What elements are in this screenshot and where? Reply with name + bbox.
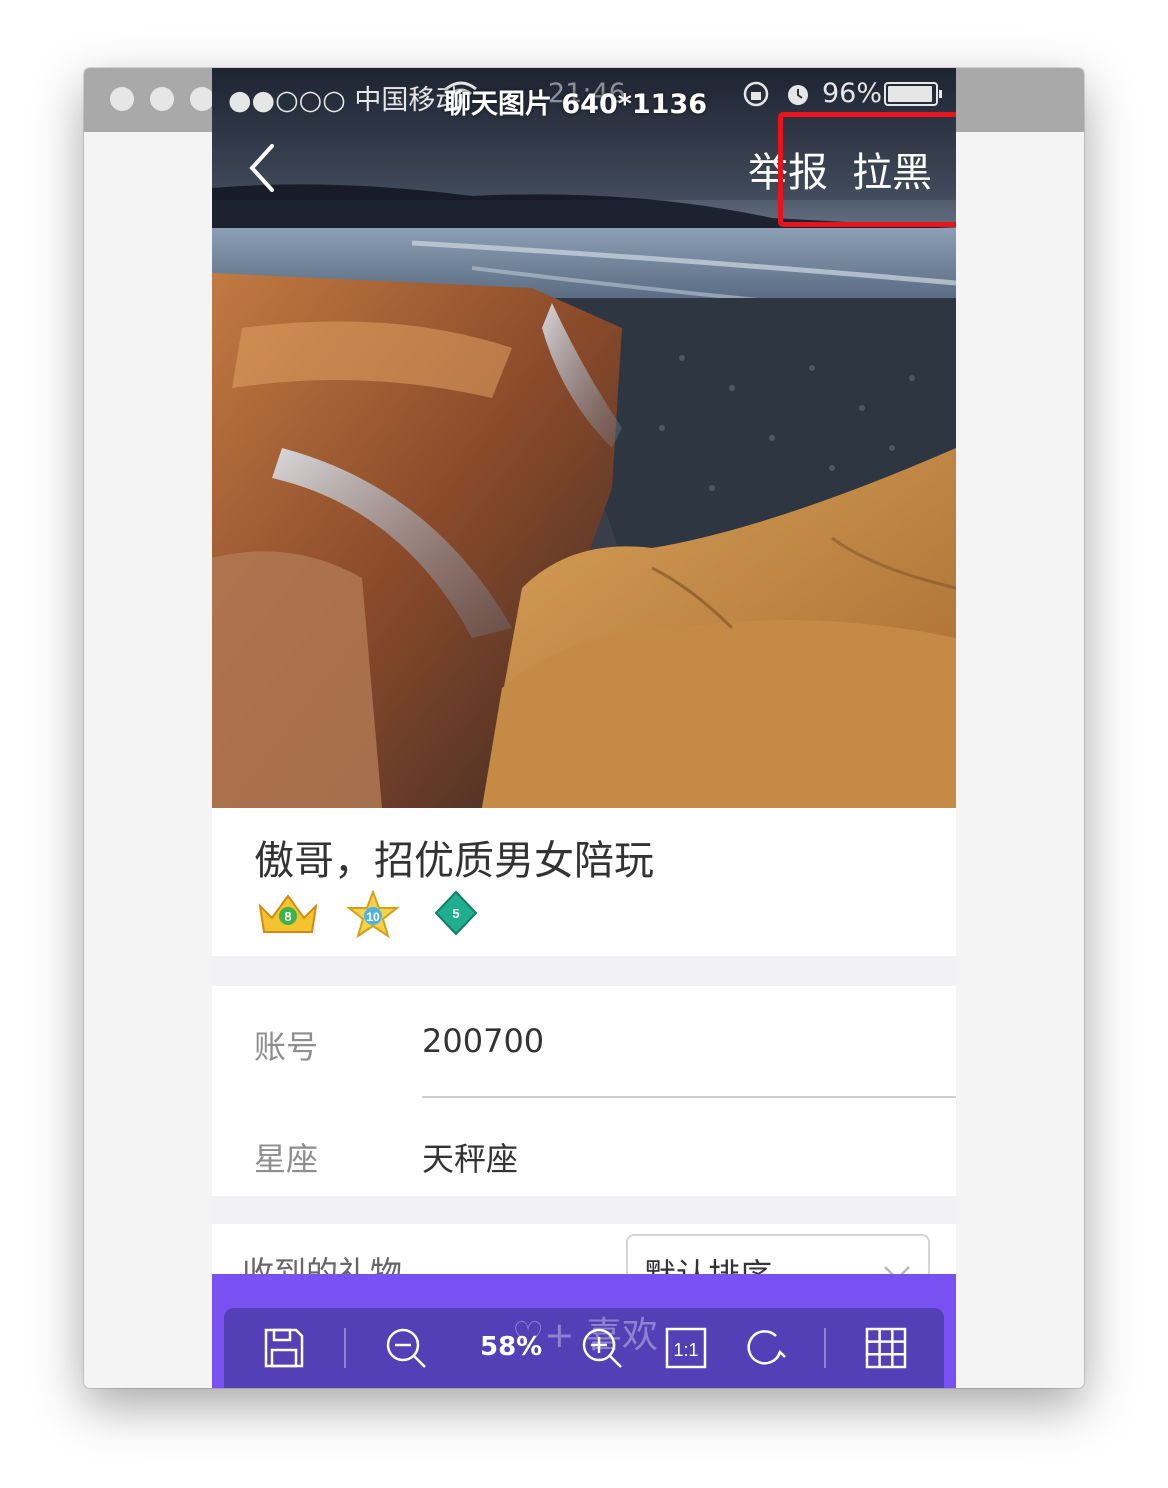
rotation-lock-icon (743, 81, 769, 107)
carrier-label: ●●○○○ 中国移动 (228, 85, 463, 116)
window-title: 聊天图片 640*1136 (444, 89, 708, 120)
star-badge: 10 (346, 889, 400, 942)
zodiac-label: 星座 (254, 1140, 319, 1178)
svg-text:1:1: 1:1 (673, 1340, 698, 1360)
save-button[interactable] (262, 1326, 306, 1370)
toolbar-separator (824, 1328, 826, 1368)
rotate-button[interactable] (744, 1326, 788, 1370)
grid-view-button[interactable] (864, 1326, 908, 1370)
grid-icon (865, 1327, 907, 1369)
toolbar-separator (344, 1328, 346, 1368)
divider (422, 1096, 956, 1098)
zoom-out-button[interactable] (384, 1326, 428, 1370)
account-label: 账号 (254, 1028, 319, 1066)
account-value: 200700 (422, 1022, 545, 1060)
save-icon (264, 1328, 304, 1368)
highlight-annotation-box (778, 112, 956, 227)
image-viewer-window: 聊天图片 640*1136 ●●○○○ 中国移动 21:46 96% 举报 拉黑… (84, 68, 1084, 1388)
minimize-window-button[interactable] (150, 87, 174, 111)
actual-size-button[interactable]: 1:1 (664, 1326, 708, 1370)
nickname: 傲哥，招优质男女陪玩 (254, 838, 654, 884)
battery-icon (884, 82, 942, 106)
star-badge-value: 10 (366, 910, 380, 924)
battery-percent: 96% (822, 78, 883, 109)
crown-badge: 8 (256, 890, 320, 942)
info-card: 账号 200700 星座 天秤座 (212, 986, 956, 1196)
chevron-left-icon (249, 144, 274, 192)
diamond-badge: 5 (434, 890, 478, 940)
diamond-icon: 5 (434, 890, 478, 936)
close-window-button[interactable] (110, 87, 134, 111)
rotate-icon (747, 1330, 786, 1365)
alarm-icon (788, 85, 808, 105)
zoom-out-icon (386, 1328, 426, 1368)
zodiac-value: 天秤座 (422, 1140, 519, 1178)
actual-size-icon: 1:1 (665, 1327, 707, 1369)
star-icon: 10 (346, 889, 400, 939)
like-button[interactable]: ♡+ 喜欢 (512, 1306, 658, 1358)
profile-card: 傲哥，招优质男女陪玩 8 10 5 (212, 808, 956, 956)
diamond-badge-value: 5 (452, 906, 459, 921)
crown-icon: 8 (258, 894, 318, 933)
phone-screenshot: ●●○○○ 中国移动 21:46 96% 举报 拉黑 傲哥，招优质男女陪玩 8 … (212, 68, 956, 1388)
zoom-window-button[interactable] (190, 87, 214, 111)
crown-badge-value: 8 (284, 909, 291, 924)
back-button[interactable] (242, 140, 292, 196)
